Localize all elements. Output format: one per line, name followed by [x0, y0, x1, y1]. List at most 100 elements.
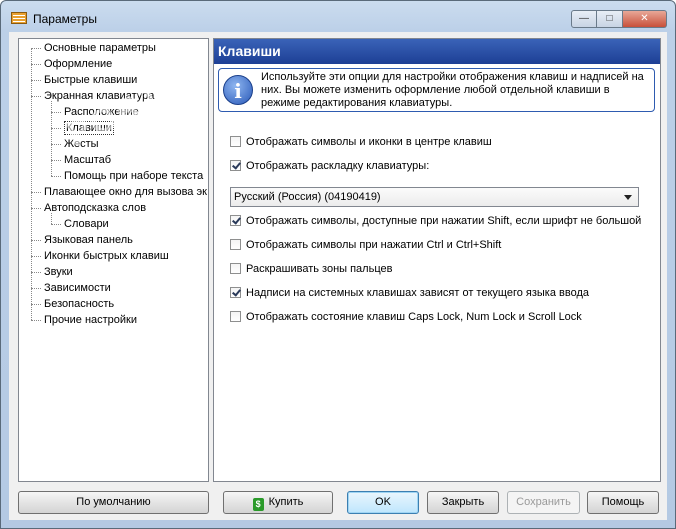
checkbox[interactable]	[230, 287, 241, 298]
tree-item[interactable]: Быстрые клавиши	[31, 73, 137, 88]
tree-item[interactable]: Зависимости	[31, 281, 111, 296]
tree-item[interactable]: Словари	[51, 217, 109, 232]
tree-item-label: Масштаб	[64, 154, 112, 166]
tree-item[interactable]: Масштаб	[51, 153, 111, 168]
tree-connector	[31, 287, 41, 289]
keyboard-layout-select[interactable]: Русский (Россия) (04190419)	[230, 187, 639, 207]
tree-item[interactable]: Иконки быстрых клавиш	[31, 249, 169, 264]
save-button[interactable]: Сохранить	[507, 491, 580, 514]
tree-connector	[51, 143, 61, 145]
tree-item[interactable]: Звуки	[31, 265, 73, 280]
settings-panel: Клавиши i Используйте эти опции для наст…	[213, 38, 661, 482]
tree-item[interactable]: Жесты	[51, 137, 99, 152]
settings-window: Параметры — □ ✕ Основные параметры Оформл…	[0, 0, 676, 529]
tree-item-label: Иконки быстрых клавиш	[44, 250, 169, 262]
tree-connector	[51, 223, 61, 225]
defaults-button[interactable]: По умолчанию	[18, 491, 209, 514]
tree-item-label: Прочие настройки	[44, 314, 138, 326]
tree-connector	[31, 319, 41, 321]
tree-item-label: Расположение	[64, 106, 139, 118]
buy-button-label: Купить	[268, 496, 304, 508]
tree-item[interactable]: Прочие настройки	[31, 313, 137, 328]
checkbox-label: Отображать символы, доступные при нажати…	[246, 215, 642, 227]
tree-item[interactable]: Оформление	[31, 57, 112, 72]
checkbox[interactable]	[230, 215, 241, 226]
tree-item-label: Основные параметры	[44, 42, 156, 54]
defaults-button-label: По умолчанию	[76, 496, 151, 508]
option-checkbox-row[interactable]: Отображать раскладку клавиатуры:	[230, 159, 429, 173]
tree-connector	[51, 159, 61, 161]
settings-tree[interactable]: Основные параметры Оформление Быстрые клав…	[18, 38, 209, 482]
keyboard-layout-value: Русский (Россия) (04190419)	[234, 191, 381, 203]
keyboard-app-icon	[11, 12, 27, 24]
tree-connector	[31, 63, 41, 65]
checkbox[interactable]	[230, 136, 241, 147]
option-checkbox-row[interactable]: Раскрашивать зоны пальцев	[230, 262, 392, 276]
info-box: i Используйте эти опции для настройки от…	[218, 68, 655, 112]
checkbox[interactable]	[230, 239, 241, 250]
checkbox-label: Отображать состояние клавиш Caps Lock, N…	[246, 311, 582, 323]
tree-item-label: Плавающее окно для вызова эк	[44, 186, 207, 198]
option-checkbox-row[interactable]: Отображать символы при нажатии Ctrl и Ct…	[230, 238, 501, 252]
close-window-button[interactable]: ✕	[623, 10, 667, 28]
close-button[interactable]: Закрыть	[427, 491, 499, 514]
tree-item-label: Помощь при наборе текста	[64, 170, 204, 182]
tree-line	[51, 213, 52, 224]
tree-connector	[51, 175, 61, 177]
checkbox-label: Раскрашивать зоны пальцев	[246, 263, 393, 275]
panel-title: Клавиши	[214, 39, 660, 64]
close-button-label: Закрыть	[441, 496, 485, 508]
tree-item-label: Автоподсказка слов	[44, 202, 147, 214]
tree-connector	[51, 127, 61, 129]
tree-connector	[31, 239, 41, 241]
help-button-label: Помощь	[601, 496, 645, 508]
dialog-body: Основные параметры Оформление Быстрые клав…	[9, 32, 667, 520]
tree-item[interactable]: Помощь при наборе текста	[51, 169, 203, 184]
tree-item[interactable]: Плавающее окно для вызова эк	[31, 185, 207, 200]
tree-item-label: Оформление	[44, 58, 113, 70]
tree-connector	[31, 207, 41, 209]
tree-line	[31, 48, 32, 320]
tree-item-label: Языковая панель	[44, 234, 133, 246]
tree-item[interactable]: Экранная клавиатура	[31, 89, 154, 104]
tree-item-label: Звуки	[44, 266, 73, 278]
info-text: Используйте эти опции для настройки отоб…	[261, 71, 644, 109]
tree-item-label: Безопасность	[44, 298, 115, 310]
ok-button[interactable]: OK	[347, 491, 419, 514]
title-bar[interactable]: Параметры — □ ✕	[1, 1, 675, 35]
tree-item[interactable]: Основные параметры	[31, 41, 156, 56]
dollar-icon: $	[252, 498, 264, 511]
tree-item[interactable]: Клавиши	[51, 121, 114, 136]
option-checkbox-row[interactable]: Надписи на системных клавишах зависят от…	[230, 286, 589, 300]
buy-button[interactable]: $ Купить	[223, 491, 333, 514]
checkbox-label: Отображать символы и иконки в центре кла…	[246, 136, 492, 148]
chevron-down-icon	[624, 195, 632, 200]
option-checkbox-row[interactable]: Отображать состояние клавиш Caps Lock, N…	[230, 310, 582, 324]
tree-connector	[31, 191, 41, 193]
maximize-button[interactable]: □	[597, 10, 623, 28]
checkbox[interactable]	[230, 311, 241, 322]
tree-item-label: Клавиши	[64, 121, 114, 135]
info-icon: i	[223, 75, 253, 105]
tree-item-label: Жесты	[64, 138, 99, 150]
tree-item[interactable]: Автоподсказка слов	[31, 201, 146, 216]
minimize-button[interactable]: —	[571, 10, 597, 28]
tree-item-label: Словари	[64, 218, 109, 230]
tree-item-label: Быстрые клавиши	[44, 74, 138, 86]
tree-item[interactable]: Расположение	[51, 105, 139, 120]
help-button[interactable]: Помощь	[587, 491, 659, 514]
option-checkbox-row[interactable]: Отображать символы, доступные при нажати…	[230, 214, 641, 228]
tree-item[interactable]: Безопасность	[31, 297, 114, 312]
tree-connector	[31, 255, 41, 257]
tree-connector	[31, 271, 41, 273]
checkbox[interactable]	[230, 263, 241, 274]
checkbox-label: Отображать символы при нажатии Ctrl и Ct…	[246, 239, 502, 251]
checkbox[interactable]	[230, 160, 241, 171]
ok-button-label: OK	[375, 496, 391, 508]
option-checkbox-row[interactable]: Отображать символы и иконки в центре кла…	[230, 135, 492, 149]
tree-connector	[31, 95, 41, 97]
save-button-label: Сохранить	[516, 496, 571, 508]
checkbox-label: Надписи на системных клавишах зависят от…	[246, 287, 590, 299]
tree-item-label: Экранная клавиатура	[44, 90, 155, 102]
tree-item[interactable]: Языковая панель	[31, 233, 133, 248]
